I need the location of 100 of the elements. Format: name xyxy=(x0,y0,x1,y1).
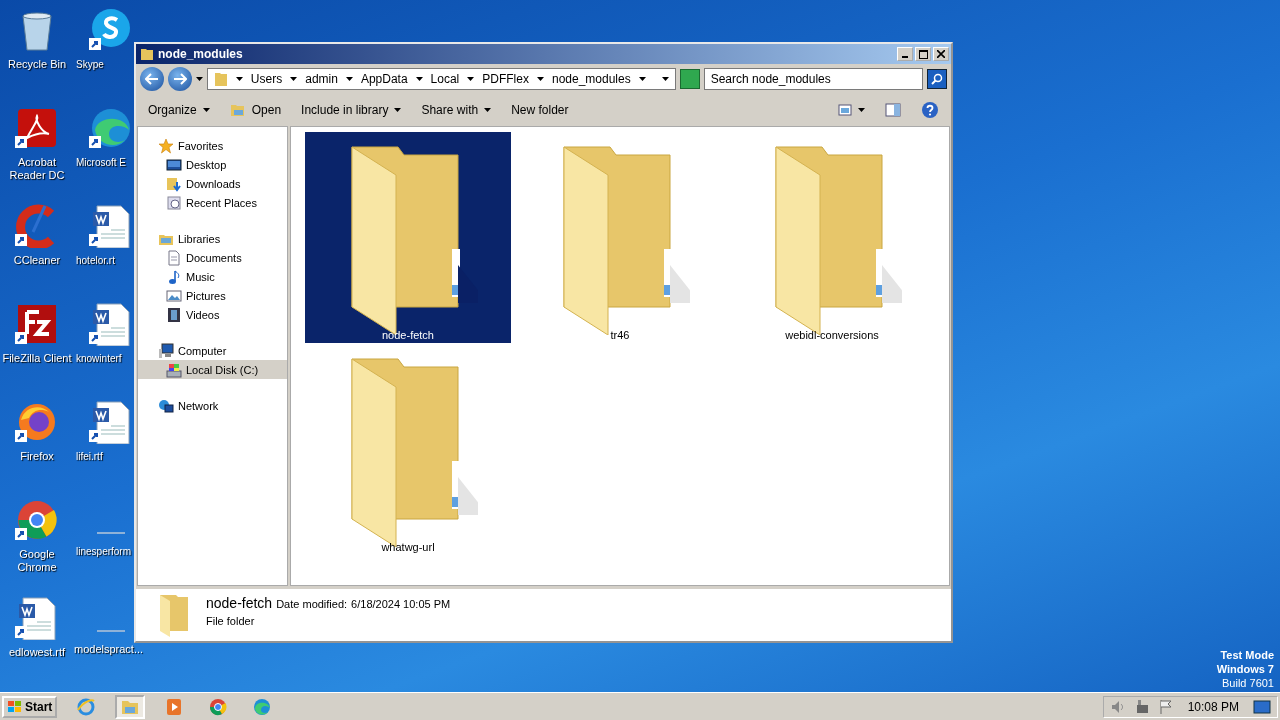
film-icon xyxy=(166,306,182,323)
caret-icon xyxy=(290,77,298,81)
desktop-icon-label[interactable]: lifei.rtf xyxy=(76,450,103,463)
watermark-text: Test Mode xyxy=(1219,648,1274,662)
document-icon xyxy=(15,596,59,640)
caret-icon xyxy=(394,108,402,112)
nav-item[interactable]: Favorites xyxy=(138,136,287,155)
view-icon xyxy=(838,104,852,116)
view-button[interactable] xyxy=(838,104,865,116)
taskbar-app[interactable] xyxy=(115,694,146,719)
preview-pane-button[interactable] xyxy=(885,103,901,117)
caret-icon xyxy=(484,108,492,112)
windows-logo-icon xyxy=(7,699,23,714)
desktop-icon-label[interactable]: Google Chrome xyxy=(1,548,73,574)
breadcrumb[interactable]: AppData xyxy=(360,72,408,86)
caret-icon xyxy=(235,77,243,81)
help-button[interactable] xyxy=(921,101,939,119)
show-desktop-icon[interactable] xyxy=(1253,698,1271,715)
desktop-icon-label[interactable]: FileZilla Client xyxy=(1,352,73,365)
maximize-button[interactable] xyxy=(915,47,931,61)
caret-icon xyxy=(858,108,865,112)
nav-item[interactable]: Recent Places xyxy=(138,193,287,212)
close-button[interactable] xyxy=(933,47,949,61)
nav-item[interactable]: Local Disk (C:) xyxy=(138,360,287,379)
toolbar-button[interactable]: New folder xyxy=(511,103,569,117)
nav-item[interactable]: Documents xyxy=(138,248,287,267)
desktop-icon-label[interactable]: Firefox xyxy=(1,450,73,463)
nav-item[interactable]: Computer xyxy=(138,341,287,360)
document-icon xyxy=(89,400,133,444)
minimize-button[interactable] xyxy=(897,47,913,61)
watermark-text: Build 7601 xyxy=(1221,676,1274,690)
filezilla-icon xyxy=(15,302,59,346)
refresh-button[interactable] xyxy=(679,69,700,89)
folder-icon xyxy=(229,103,246,117)
folder-item[interactable]: whatwg-url xyxy=(305,344,511,555)
toolbar-menu[interactable]: Include in library xyxy=(301,103,402,117)
desktop-icon-label[interactable]: linesperform xyxy=(76,545,132,558)
help-icon xyxy=(921,101,939,119)
nav-item[interactable]: Videos xyxy=(138,305,287,324)
chrome-icon[interactable] xyxy=(208,696,229,717)
desktop-icon-label[interactable]: Recycle Bin xyxy=(1,58,73,71)
search-field[interactable]: Search node_modules xyxy=(703,68,924,90)
maximize-icon xyxy=(918,49,928,59)
breadcrumb[interactable]: Users xyxy=(250,72,283,86)
forward-arrow-icon xyxy=(172,73,187,85)
document-icon xyxy=(166,249,182,266)
breadcrumb[interactable]: PDFFlex xyxy=(482,72,529,86)
window-title: node_modules xyxy=(158,47,244,61)
caret-icon xyxy=(345,77,353,81)
desktop-icon-label[interactable]: Skype xyxy=(76,58,104,71)
toolbar-menu[interactable]: Share with xyxy=(421,103,492,117)
back-button[interactable] xyxy=(140,67,164,91)
file-name: node-fetch xyxy=(206,595,273,611)
start-button[interactable]: Start xyxy=(2,695,58,718)
breadcrumb[interactable]: Local xyxy=(430,72,460,86)
desktop-icon-label[interactable]: edlowest.rtf xyxy=(1,646,73,659)
folder-icon xyxy=(140,47,154,61)
browser-e-icon[interactable] xyxy=(76,696,97,717)
caret-icon xyxy=(536,77,544,81)
desktop-icon-label[interactable]: Microsoft E xyxy=(76,156,126,169)
edge-icon[interactable] xyxy=(252,696,273,717)
caret-icon xyxy=(467,77,475,81)
nav-item[interactable]: Libraries xyxy=(138,229,287,248)
flag-icon[interactable] xyxy=(1157,698,1174,715)
breadcrumb[interactable]: admin xyxy=(305,72,338,86)
document-icon xyxy=(89,204,133,248)
search-button[interactable] xyxy=(927,69,948,89)
desktop-icon-label[interactable]: hotelor.rt xyxy=(76,254,115,267)
nav-item[interactable]: Network xyxy=(138,396,287,415)
desktop-icon-label[interactable]: knowinterf xyxy=(76,352,122,365)
nav-item[interactable]: Desktop xyxy=(138,155,287,174)
back-arrow-icon xyxy=(144,73,159,85)
breadcrumb[interactable]: node_modules xyxy=(551,72,631,86)
close-icon xyxy=(937,50,945,58)
nav-item[interactable]: Pictures xyxy=(138,286,287,305)
search-icon xyxy=(931,73,944,85)
file-type: File folder xyxy=(206,615,256,627)
clock[interactable]: 10:08 PM xyxy=(1187,699,1239,714)
nav-item[interactable]: Music xyxy=(138,267,287,286)
picture-icon xyxy=(166,287,182,304)
chrome-icon xyxy=(15,498,59,542)
folder-item[interactable]: webidl-conversions xyxy=(729,132,935,343)
nav-item[interactable]: Downloads xyxy=(138,174,287,193)
caret-icon xyxy=(661,77,669,81)
folder-icon xyxy=(213,71,228,87)
desktop-icon-label[interactable]: modelspract... xyxy=(74,643,144,656)
address-bar[interactable]: Users admin AppData Local PDFFlex node_modules xyxy=(206,68,676,90)
document-icon xyxy=(89,302,133,346)
forward-button[interactable] xyxy=(167,67,192,91)
open-button[interactable]: Open xyxy=(229,103,282,117)
folder-item[interactable]: tr46 xyxy=(517,132,723,343)
toolbar-menu[interactable]: Organize xyxy=(148,103,210,117)
caret-icon xyxy=(195,77,203,81)
network-icon xyxy=(158,397,174,414)
desktop-icon-label[interactable]: CCleaner xyxy=(1,254,73,267)
pane-icon xyxy=(885,103,901,117)
desktop-icon-label[interactable]: Acrobat Reader DC xyxy=(1,156,73,182)
folder-item[interactable]: node-fetch xyxy=(305,132,511,343)
music-note-icon xyxy=(166,268,182,285)
drive-icon xyxy=(166,361,182,378)
